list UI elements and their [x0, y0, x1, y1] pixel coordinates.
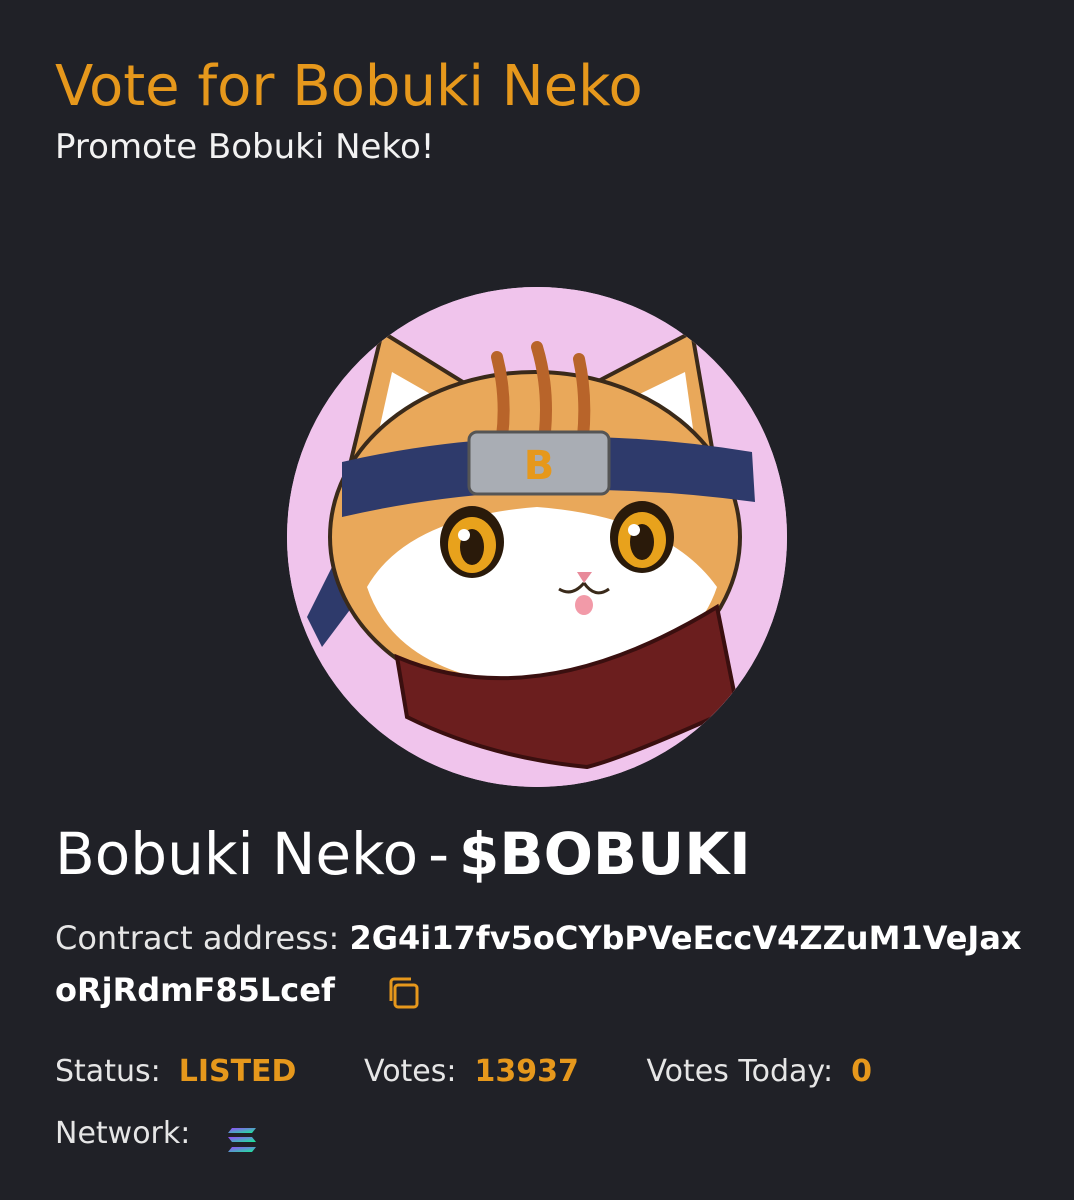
token-symbol: $BOBUKI — [459, 820, 751, 888]
page-title: Vote for Bobuki Neko — [55, 54, 643, 119]
cat-ninja-avatar-icon: B — [287, 287, 787, 787]
contract-address-row: Contract address: 2G4i17fv5oCYbPVeEccV4Z… — [55, 912, 1030, 1016]
votes-label: Votes: — [364, 1054, 457, 1089]
token-name: Bobuki Neko — [55, 820, 419, 888]
contract-label: Contract address: — [55, 919, 340, 957]
status-label: Status: — [55, 1054, 161, 1089]
network-row: Network: — [55, 1112, 258, 1156]
token-separator: - — [428, 820, 450, 888]
solana-icon — [226, 1122, 258, 1152]
votes-count: 13937 — [474, 1054, 579, 1089]
status-stat: Status: LISTED — [55, 1050, 296, 1094]
copy-icon[interactable] — [385, 974, 421, 1010]
token-stats: Status: LISTED Votes: 13937 Votes Today: 0 — [55, 1050, 930, 1094]
svg-text:B: B — [524, 443, 555, 489]
page-subtitle: Promote Bobuki Neko! — [55, 127, 435, 167]
status-badge: LISTED — [178, 1054, 297, 1089]
token-avatar: B — [287, 287, 787, 787]
votes-stat: Votes: 13937 — [364, 1050, 579, 1094]
votes-today-stat: Votes Today: 0 — [646, 1050, 872, 1094]
network-label: Network: — [55, 1116, 191, 1151]
votes-today-count: 0 — [851, 1054, 872, 1089]
votes-today-label: Votes Today: — [646, 1054, 834, 1089]
token-name-heading: Bobuki Neko - $BOBUKI — [55, 818, 751, 890]
